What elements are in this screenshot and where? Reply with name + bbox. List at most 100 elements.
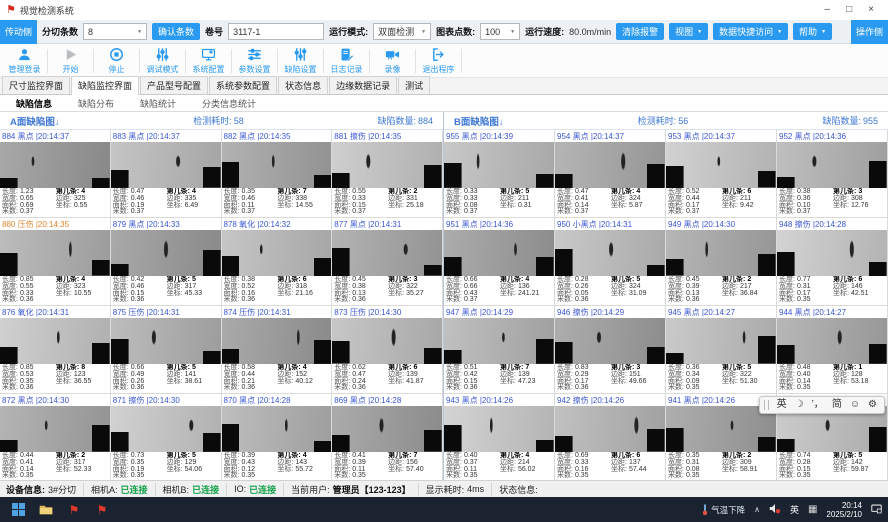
volume-muted-icon[interactable] — [769, 503, 781, 516]
defect-cell-871[interactable]: 871 擦伤 |20:14:30长度:0.73宽度:0.35面积:0.19米数:… — [111, 394, 222, 480]
input-language-indicator[interactable]: 英 — [790, 503, 799, 516]
tab-4[interactable]: 状态信息 — [278, 76, 328, 94]
ime-lang-en[interactable]: 英 — [777, 400, 787, 410]
tab-2[interactable]: 产品型号配置 — [140, 76, 208, 94]
clock[interactable]: 20:14 2025/2/10 — [826, 501, 862, 519]
ime-settings-gear-icon[interactable]: ⚙ — [868, 400, 877, 410]
defect-cell-955[interactable]: 955 黑点 |20:14:39长度:0.33宽度:0.33面积:0.08米数:… — [444, 130, 555, 218]
defect-cell-952[interactable]: 952 黑点 |20:14:36长度:0.38宽度:0.36面积:0.10米数:… — [777, 130, 888, 218]
defect-thumbnail[interactable] — [666, 142, 776, 188]
view-menu-button[interactable]: 视图 — [669, 23, 708, 40]
action-play-button[interactable]: 开始 — [48, 47, 93, 75]
slit-count-select[interactable]: 8 — [83, 23, 147, 40]
defect-cell-883[interactable]: 883 黑点 |20:14:37长度:0.47宽度:0.46面积:0.19米数:… — [111, 130, 222, 218]
defect-thumbnail[interactable] — [222, 230, 332, 276]
defect-thumbnail[interactable] — [666, 230, 776, 276]
subtab-2[interactable]: 缺陷统计 — [140, 97, 176, 110]
ime-emoji-picker-icon[interactable]: ☺ — [850, 400, 860, 410]
defect-cell-948[interactable]: 948 擦伤 |20:14:28长度:0.77宽度:0.31面积:0.17米数:… — [777, 218, 888, 306]
defect-thumbnail[interactable] — [666, 318, 776, 364]
defect-thumbnail[interactable] — [0, 142, 110, 188]
defect-thumbnail[interactable] — [332, 406, 442, 452]
defect-cell-942[interactable]: 942 擦伤 |20:14:26长度:0.69宽度:0.33面积:0.16米数:… — [555, 394, 666, 480]
defect-cell-881[interactable]: 881 擦伤 |20:14:35长度:0.55宽度:0.33面积:0.15米数:… — [332, 130, 443, 218]
ime-simplified-chinese[interactable]: 简 — [832, 400, 842, 410]
defect-cell-882[interactable]: 882 黑点 |20:14:35长度:0.35宽度:0.46面积:0.11米数:… — [222, 130, 333, 218]
defect-thumbnail[interactable] — [777, 318, 887, 364]
defect-thumbnail[interactable] — [444, 230, 554, 276]
defect-cell-880[interactable]: 880 压伤 |20:14:35长度:0.85宽度:0.55面积:0.33米数:… — [0, 218, 111, 306]
defect-cell-949[interactable]: 949 黑点 |20:14:30长度:0.45宽度:0.39面积:0.13米数:… — [666, 218, 777, 306]
tab-6[interactable]: 测试 — [398, 76, 430, 94]
tab-1[interactable]: 缺陷监控界面 — [71, 76, 139, 95]
subtab-1[interactable]: 缺陷分布 — [78, 97, 114, 110]
defect-cell-945[interactable]: 945 黑点 |20:14:27长度:0.36宽度:0.34面积:0.09米数:… — [666, 306, 777, 394]
defect-cell-884[interactable]: 884 黑点 |20:14:37长度:1.23宽度:0.65面积:0.69米数:… — [0, 130, 111, 218]
ime-toolbar[interactable]: 英☽’，简☺⚙ — [759, 396, 885, 414]
defect-thumbnail[interactable] — [222, 406, 332, 452]
action-h-sliders-button[interactable]: 参数设置 — [232, 47, 277, 75]
defect-thumbnail[interactable] — [0, 406, 110, 452]
clear-alarm-button[interactable]: 清除报警 — [616, 23, 664, 40]
defect-cell-951[interactable]: 951 黑点 |20:14:36长度:0.66宽度:0.66面积:0.43米数:… — [444, 218, 555, 306]
action-user-button[interactable]: 管理登录 — [2, 47, 47, 75]
roll-number-input[interactable] — [228, 23, 324, 40]
action-video-camera-button[interactable]: 录像 — [370, 47, 415, 75]
start-button[interactable] — [4, 497, 32, 522]
tab-5[interactable]: 边缘数据记录 — [329, 76, 397, 94]
confirm-count-button[interactable]: 确认条数 — [152, 23, 200, 40]
defect-thumbnail[interactable] — [0, 230, 110, 276]
defect-cell-879[interactable]: 879 黑点 |20:14:33长度:0.42宽度:0.46面积:0.15米数:… — [111, 218, 222, 306]
defect-cell-946[interactable]: 946 擦伤 |20:14:29长度:0.83宽度:0.29面积:0.17米数:… — [555, 306, 666, 394]
defect-cell-876[interactable]: 876 氧化 |20:14:31长度:0.85宽度:0.53面积:0.35米数:… — [0, 306, 111, 394]
action-v-sliders-button[interactable]: 缺陷设置 — [278, 47, 323, 75]
action-debug-sliders-button[interactable]: 调试模式 — [140, 47, 185, 75]
action-log-button[interactable]: 日志记录 — [324, 47, 369, 75]
file-explorer-icon[interactable] — [32, 497, 60, 522]
defect-cell-877[interactable]: 877 黑点 |20:14:31长度:0.45宽度:0.38面积:0.13米数:… — [332, 218, 443, 306]
action-exit-button[interactable]: 退出程序 — [416, 47, 461, 75]
defect-thumbnail[interactable] — [444, 142, 554, 188]
defect-cell-870[interactable]: 870 黑点 |20:14:28长度:0.39宽度:0.43面积:0.12米数:… — [222, 394, 333, 480]
defect-thumbnail[interactable] — [332, 142, 442, 188]
chart-points-select[interactable]: 100 — [480, 23, 520, 40]
action-monitor-button[interactable]: 系统配置 — [186, 47, 231, 75]
defect-cell-869[interactable]: 869 黑点 |20:14:28长度:0.41宽度:0.39面积:0.11米数:… — [332, 394, 443, 480]
defect-thumbnail[interactable] — [0, 318, 110, 364]
defect-cell-874[interactable]: 874 压伤 |20:14:31长度:0.58宽度:0.44面积:0.21米数:… — [222, 306, 333, 394]
ime-night-mode-icon[interactable]: ☽ — [795, 400, 804, 410]
help-menu-button[interactable]: 帮助 — [793, 23, 832, 40]
defect-thumbnail[interactable] — [332, 230, 442, 276]
defect-cell-954[interactable]: 954 黑点 |20:14:37长度:0.47宽度:0.41面积:0.14米数:… — [555, 130, 666, 218]
subtab-0[interactable]: 缺陷信息 — [16, 97, 52, 110]
action-stop-button[interactable]: 停止 — [94, 47, 139, 75]
defect-thumbnail[interactable] — [777, 230, 887, 276]
defect-cell-943[interactable]: 943 黑点 |20:14:26长度:0.40宽度:0.37面积:0.11米数:… — [444, 394, 555, 480]
defect-cell-947[interactable]: 947 黑点 |20:14:29长度:0.51宽度:0.42面积:0.15米数:… — [444, 306, 555, 394]
defect-cell-953[interactable]: 953 黑点 |20:14:37长度:0.52宽度:0.44面积:0.17米数:… — [666, 130, 777, 218]
app-taskbar-icon-1[interactable] — [60, 497, 88, 522]
defect-thumbnail[interactable] — [111, 142, 221, 188]
defect-cell-872[interactable]: 872 黑点 |20:14:30长度:0.44宽度:0.41面积:0.14米数:… — [0, 394, 111, 480]
minimize-icon[interactable]: – — [825, 5, 831, 15]
defect-thumbnail[interactable] — [555, 406, 665, 452]
defect-thumbnail[interactable] — [111, 406, 221, 452]
defect-thumbnail[interactable] — [777, 142, 887, 188]
maximize-icon[interactable]: □ — [846, 5, 852, 15]
tab-0[interactable]: 尺寸监控界面 — [2, 76, 70, 94]
defect-thumbnail[interactable] — [444, 318, 554, 364]
defect-thumbnail[interactable] — [444, 406, 554, 452]
defect-thumbnail[interactable] — [555, 318, 665, 364]
ime-keyboard-icon[interactable]: ▦ — [808, 505, 817, 515]
notification-tray-icon[interactable] — [871, 504, 882, 516]
weather-widget[interactable]: 气温下降 — [702, 503, 745, 516]
defect-thumbnail[interactable] — [555, 142, 665, 188]
app-taskbar-icon-2[interactable] — [88, 497, 116, 522]
defect-thumbnail[interactable] — [111, 318, 221, 364]
defect-thumbnail[interactable] — [111, 230, 221, 276]
defect-cell-944[interactable]: 944 黑点 |20:14:27长度:0.48宽度:0.40面积:0.14米数:… — [777, 306, 888, 394]
defect-thumbnail[interactable] — [222, 318, 332, 364]
defect-cell-950[interactable]: 950 小黑点 |20:14:31长度:0.28宽度:0.26面积:0.05米数… — [555, 218, 666, 306]
defect-cell-875[interactable]: 875 压伤 |20:14:31长度:0.66宽度:0.49面积:0.26米数:… — [111, 306, 222, 394]
defect-cell-873[interactable]: 873 压伤 |20:14:30长度:0.62宽度:0.47面积:0.24米数:… — [332, 306, 443, 394]
